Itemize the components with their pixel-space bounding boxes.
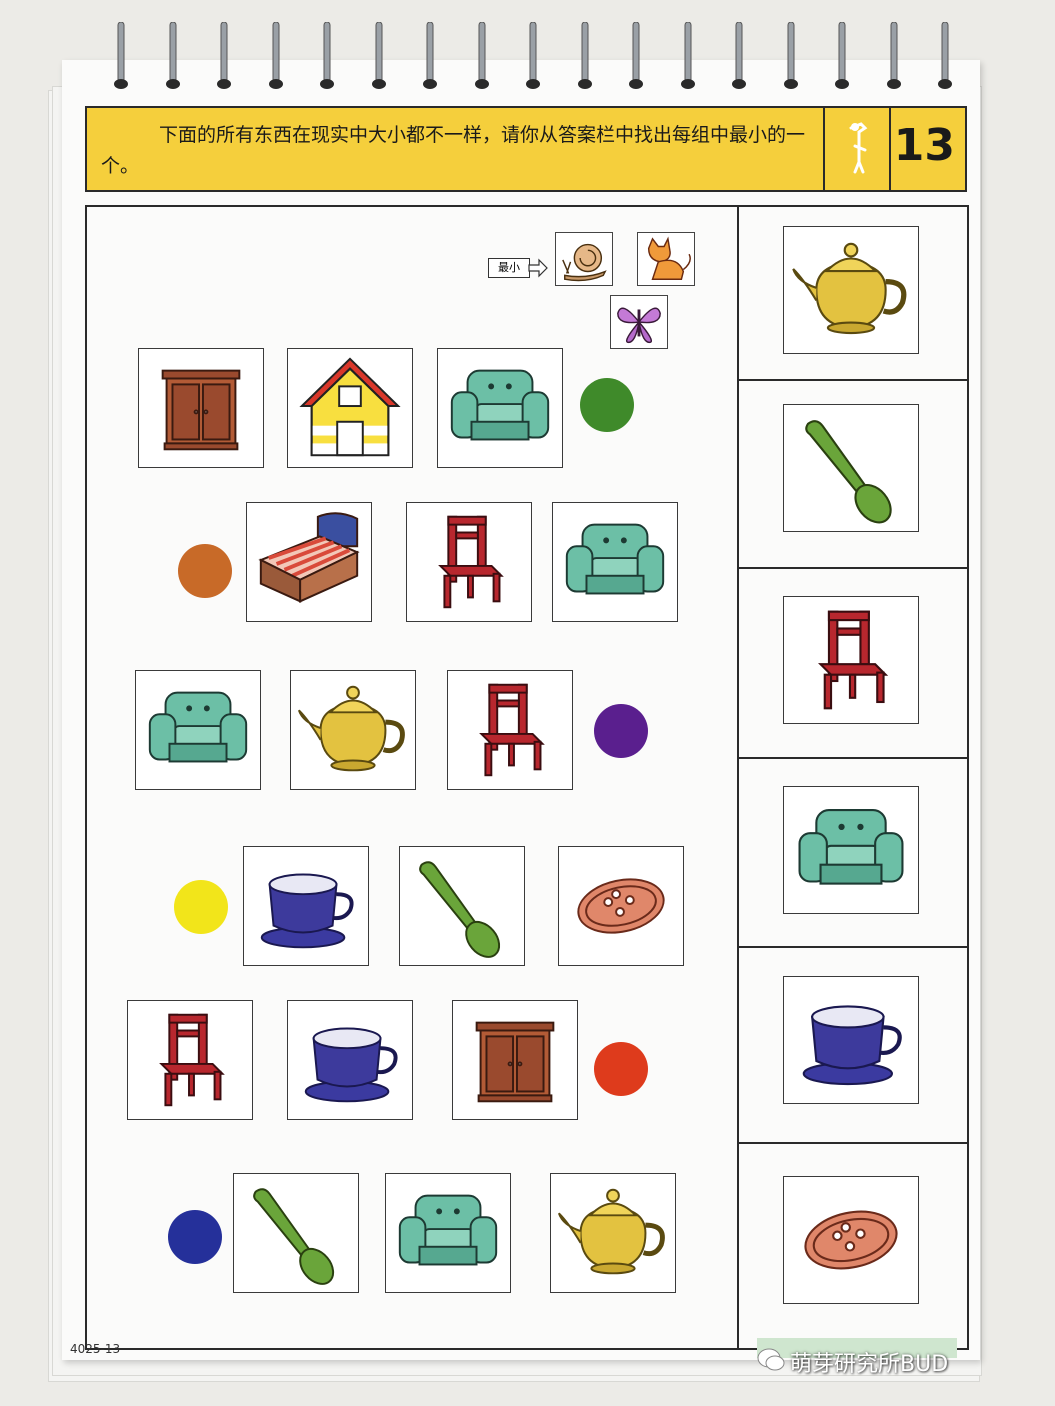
arrow-right-icon xyxy=(528,258,548,278)
teapot-icon xyxy=(557,1188,665,1275)
legend-label: 最小 xyxy=(488,258,530,278)
spoon-icon xyxy=(419,861,501,958)
binding-ring xyxy=(370,21,388,92)
binding-ring xyxy=(833,21,851,92)
answer-card[interactable] xyxy=(783,596,919,724)
wardrobe-icon xyxy=(475,1021,555,1103)
armchair-icon xyxy=(450,369,550,441)
watermark-text: 萌芽研究所BUD xyxy=(790,1352,949,1377)
answer-slot-divider xyxy=(737,757,967,759)
chair-icon xyxy=(818,610,889,710)
item-card xyxy=(290,670,416,790)
item-card xyxy=(558,846,684,966)
item-card xyxy=(243,846,369,966)
binding-ring xyxy=(885,21,903,92)
item-card xyxy=(385,1173,511,1293)
armchair-icon xyxy=(398,1194,498,1266)
item-card xyxy=(246,502,372,622)
binding-ring xyxy=(318,21,336,92)
item-card xyxy=(447,670,573,790)
cup-icon xyxy=(304,1027,398,1103)
binding-ring xyxy=(679,21,697,92)
button-icon xyxy=(804,1210,898,1270)
item-card xyxy=(138,348,264,468)
chair-icon xyxy=(159,1013,225,1107)
chat-bubble-icon xyxy=(757,1348,785,1371)
chair-icon xyxy=(479,683,545,777)
answer-slot-divider xyxy=(737,946,967,948)
page-number: 13 xyxy=(893,120,955,171)
binding-ring xyxy=(267,21,285,92)
button-icon xyxy=(577,878,665,934)
binding-ring xyxy=(576,21,594,92)
instruction-banner: 下面的所有东西在现实中大小都不一样，请你从答案栏中找出每组中最小的一个。 13 xyxy=(85,106,967,192)
item-card xyxy=(135,670,261,790)
spoon-icon xyxy=(805,420,892,524)
legend-card xyxy=(610,295,668,349)
item-card xyxy=(452,1000,578,1120)
binding-ring xyxy=(627,21,645,92)
item-card xyxy=(437,348,563,468)
binding-ring xyxy=(215,21,233,92)
giraffe-logo-icon xyxy=(823,106,891,192)
armchair-icon xyxy=(148,691,248,763)
bed-icon xyxy=(258,512,360,603)
teapot-icon xyxy=(297,685,405,772)
item-card xyxy=(550,1173,676,1293)
color-dot-marker xyxy=(594,1042,648,1096)
binding-ring xyxy=(164,21,182,92)
item-card xyxy=(127,1000,253,1120)
binding-ring xyxy=(473,21,491,92)
answer-card[interactable] xyxy=(783,976,919,1104)
item-card xyxy=(233,1173,359,1293)
binding-ring xyxy=(936,21,954,92)
answer-card[interactable] xyxy=(783,226,919,354)
legend-card xyxy=(637,232,695,286)
legend-card xyxy=(555,232,613,286)
chair-icon xyxy=(438,515,504,609)
wardrobe-icon xyxy=(161,369,241,451)
answer-slot-divider xyxy=(737,567,967,569)
item-card xyxy=(287,1000,413,1120)
answer-card[interactable] xyxy=(783,786,919,914)
binding-ring xyxy=(421,21,439,92)
binding-ring xyxy=(112,21,130,92)
cup-icon xyxy=(802,1005,902,1086)
binding-ring xyxy=(730,21,748,92)
item-card xyxy=(287,348,413,468)
spoon-icon xyxy=(253,1188,335,1285)
answer-slot-divider xyxy=(737,379,967,381)
color-dot-marker xyxy=(594,704,648,758)
teapot-icon xyxy=(792,242,907,335)
color-dot-marker xyxy=(174,880,228,934)
armchair-icon xyxy=(798,809,904,885)
butterfly-icon xyxy=(617,307,661,344)
color-dot-marker xyxy=(168,1210,222,1264)
item-card xyxy=(406,502,532,622)
armchair-icon xyxy=(565,523,665,595)
cat-icon xyxy=(647,236,691,280)
house-icon xyxy=(299,357,401,457)
item-card xyxy=(552,502,678,622)
binding-ring xyxy=(524,21,542,92)
color-dot-marker xyxy=(580,378,634,432)
answer-card[interactable] xyxy=(783,1176,919,1304)
answer-card[interactable] xyxy=(783,404,919,532)
item-card xyxy=(399,846,525,966)
cup-icon xyxy=(260,873,354,949)
footer-code: 4025-13 xyxy=(70,1342,121,1356)
answer-slot-divider xyxy=(737,1142,967,1144)
color-dot-marker xyxy=(178,544,232,598)
instruction-text: 下面的所有东西在现实中大小都不一样，请你从答案栏中找出每组中最小的一个。 xyxy=(101,124,806,177)
binding-ring xyxy=(782,21,800,92)
snail-icon xyxy=(562,243,607,282)
